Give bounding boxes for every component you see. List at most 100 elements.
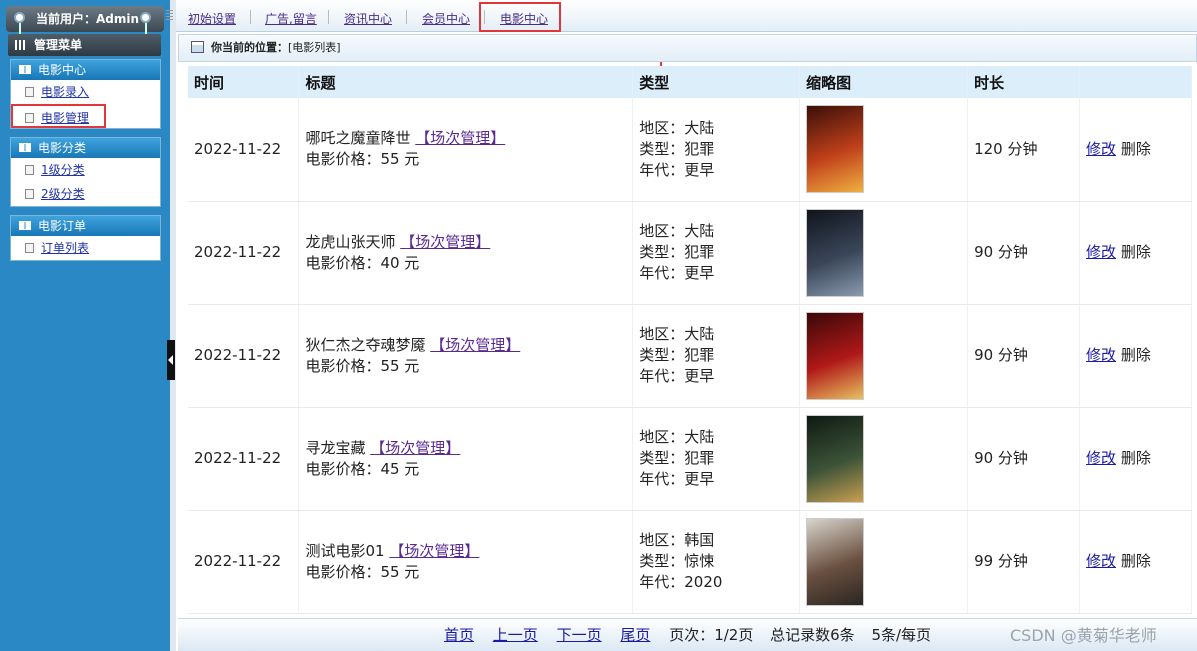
frame-splitter[interactable] xyxy=(170,0,176,651)
movie-genre: 类型：犯罪 xyxy=(639,243,715,261)
movie-poster-thumbnail xyxy=(806,208,865,297)
cell-duration: 99 分钟 xyxy=(967,510,1081,614)
movie-price: 电影价格：40 元 xyxy=(305,253,420,272)
movie-region: 地区：大陆 xyxy=(639,325,715,343)
pager-first-link[interactable]: 首页 xyxy=(444,626,474,644)
movie-price: 电影价格：45 元 xyxy=(305,459,420,478)
pager-next-link[interactable]: 下一页 xyxy=(557,626,602,644)
movie-region: 地区：韩国 xyxy=(639,531,715,549)
movie-title: 狄仁杰之夺魂梦魇 xyxy=(305,335,426,354)
table-row: 2022-11-22 寻龙宝藏 【场次管理】 电影价格：45 元地区：大陆 类型：犯罪… xyxy=(188,407,1192,511)
session-manage-link[interactable]: 【场次管理】 xyxy=(370,439,460,457)
menu-title: 管理菜单 xyxy=(8,34,161,56)
cell-type: 地区：韩国 类型：惊悚 年代：2020 xyxy=(632,510,801,614)
cell-type: 地区：大陆 类型：犯罪 年代：更早 xyxy=(632,407,801,511)
edit-link[interactable]: 修改 xyxy=(1086,243,1116,261)
movie-title: 哪吒之魔童降世 xyxy=(305,129,411,148)
col-header-thumbnail: 缩略图 xyxy=(799,66,969,98)
collapse-arrow-icon[interactable] xyxy=(167,340,175,380)
movie-era: 年代：更早 xyxy=(639,160,715,179)
cell-actions: 修改 删除 xyxy=(1079,304,1192,408)
table-header-row: 时间 标题 类型 缩略图 时长 xyxy=(188,66,1192,98)
breadcrumb-label: 你当前的位置： xyxy=(211,41,288,54)
sidebar-link-category-2[interactable]: 2级分类 xyxy=(41,187,85,201)
cell-thumbnail xyxy=(799,98,969,202)
movie-price: 电影价格：55 元 xyxy=(305,356,420,375)
sidebar-item-category-2[interactable]: 2级分类 xyxy=(11,182,160,206)
sidebar-link-movie-manage[interactable]: 电影管理 xyxy=(41,111,89,125)
cell-date: 2022-11-22 xyxy=(188,510,300,614)
session-manage-link[interactable]: 【场次管理】 xyxy=(430,336,520,354)
edit-link[interactable]: 修改 xyxy=(1086,449,1116,467)
col-header-duration: 时长 xyxy=(967,66,1081,98)
group-movie-center: 电影中心 电影录入 电影管理 xyxy=(10,59,161,129)
cell-actions: 修改 删除 xyxy=(1079,407,1192,511)
group-head-movie-center[interactable]: 电影中心 xyxy=(11,60,160,80)
nav-highlight-box xyxy=(479,2,561,32)
pager-prev-link[interactable]: 上一页 xyxy=(493,626,538,644)
document-icon xyxy=(25,243,34,253)
cell-actions: 修改 删除 xyxy=(1079,98,1192,202)
movie-era: 年代：更早 xyxy=(639,470,715,488)
cell-thumbnail xyxy=(799,201,969,305)
document-icon xyxy=(25,113,34,123)
movie-poster-thumbnail xyxy=(806,414,865,503)
sidebar-link-order-list[interactable]: 订单列表 xyxy=(41,241,89,255)
delete-link[interactable]: 删除 xyxy=(1121,140,1151,158)
group-head-movie-category[interactable]: 电影分类 xyxy=(11,138,160,158)
col-header-type: 类型 xyxy=(632,66,801,98)
group-movie-category: 电影分类 1级分类 2级分类 xyxy=(10,137,161,207)
delete-link[interactable]: 删除 xyxy=(1121,449,1151,467)
nav-news-center[interactable]: 资讯中心 xyxy=(344,10,392,27)
pager-last-link[interactable]: 尾页 xyxy=(620,626,650,644)
movie-poster-thumbnail xyxy=(806,517,865,606)
book-icon xyxy=(19,143,31,152)
movie-price: 电影价格：55 元 xyxy=(305,562,420,581)
sidebar-item-category-1[interactable]: 1级分类 xyxy=(11,158,160,182)
pager-per-page: 5条/每页 xyxy=(871,626,932,644)
cell-date: 2022-11-22 xyxy=(188,201,300,305)
table-row: 2022-11-22 狄仁杰之夺魂梦魇 【场次管理】 电影价格：55 元地区：大陆类… xyxy=(188,304,1192,408)
delete-link[interactable]: 删除 xyxy=(1121,346,1151,364)
sidebar-link-category-1[interactable]: 1级分类 xyxy=(41,163,85,177)
cell-type: 地区：大陆 类型：犯罪 年代：更早 xyxy=(632,201,801,305)
movie-poster-thumbnail xyxy=(806,311,865,400)
nav-ads-messages[interactable]: 广告,留言 xyxy=(265,10,317,27)
group-movie-order: 电影订单 订单列表 xyxy=(10,215,161,261)
pager-total: 总记录数6条 xyxy=(770,626,855,644)
grip-icon xyxy=(166,10,173,22)
movie-era: 年代：更早 xyxy=(639,367,715,385)
sidebar-item-movie-entry[interactable]: 电影录入 xyxy=(11,80,160,104)
movie-genre: 类型：犯罪 xyxy=(639,449,715,467)
pager-page-info: 页次：1/2页 xyxy=(669,626,754,644)
table-row: 2022-11-22 哪吒之魔童降世 【场次管理】 电影价格：55 元地区：大陆 类型… xyxy=(188,98,1192,202)
edit-link[interactable]: 修改 xyxy=(1086,346,1116,364)
sidebar-item-movie-manage[interactable]: 电影管理 xyxy=(11,104,106,128)
group-head-movie-order[interactable]: 电影订单 xyxy=(11,216,160,236)
nav-separator xyxy=(406,10,407,24)
table-row: 2022-11-22 龙虎山张天师 【场次管理】 电影价格：40 元地区：大陆 类型：… xyxy=(188,201,1192,305)
movie-title: 龙虎山张天师 xyxy=(305,232,396,251)
sidebar-link-movie-entry[interactable]: 电影录入 xyxy=(41,85,89,99)
document-icon xyxy=(25,189,34,199)
cell-title: 测试电影01 【场次管理】 电影价格：55 元 xyxy=(298,510,634,614)
movie-price: 电影价格：55 元 xyxy=(305,150,420,169)
movie-genre: 类型：犯罪 xyxy=(639,139,715,158)
movie-era: 年代：2020 xyxy=(639,573,723,591)
movie-era: 年代：更早 xyxy=(639,264,715,282)
delete-link[interactable]: 删除 xyxy=(1121,552,1151,570)
session-manage-link[interactable]: 【场次管理】 xyxy=(400,233,490,251)
document-icon xyxy=(25,165,34,175)
cell-type: 地区：大陆 类型：犯罪 年代：更早 xyxy=(632,98,801,202)
nav-initial-settings[interactable]: 初始设置 xyxy=(188,10,236,27)
sidebar-item-order-list[interactable]: 订单列表 xyxy=(11,236,160,260)
cell-duration: 90 分钟 xyxy=(967,304,1081,408)
delete-link[interactable]: 删除 xyxy=(1121,243,1151,261)
session-manage-link[interactable]: 【场次管理】 xyxy=(415,129,505,147)
edit-link[interactable]: 修改 xyxy=(1086,552,1116,570)
movie-genre: 类型：犯罪 xyxy=(639,346,715,364)
nav-member-center[interactable]: 会员中心 xyxy=(422,10,470,27)
edit-link[interactable]: 修改 xyxy=(1086,140,1116,158)
book-icon xyxy=(19,221,31,230)
session-manage-link[interactable]: 【场次管理】 xyxy=(389,542,479,560)
